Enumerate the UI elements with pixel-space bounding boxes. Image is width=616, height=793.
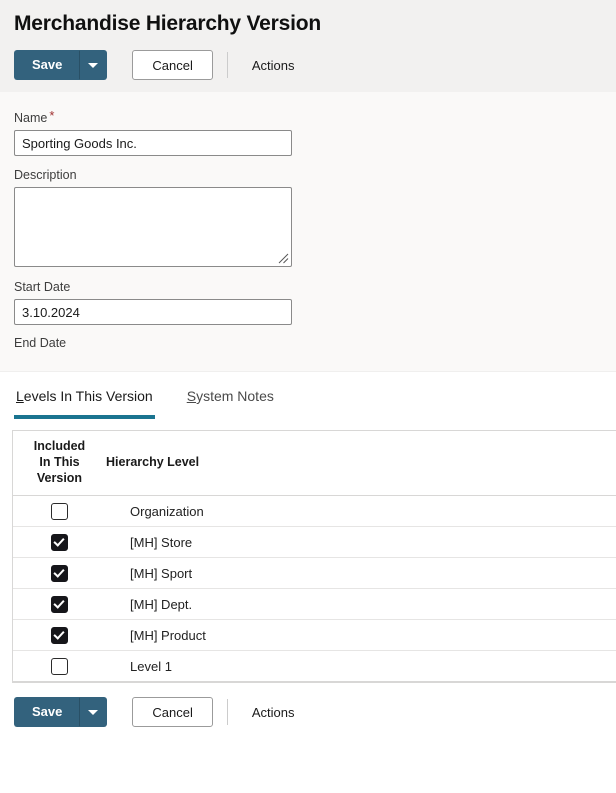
form-area: Name* Description Start Date End Date <box>0 92 616 371</box>
tab-levels-in-this-version[interactable]: Levels In This Version <box>14 387 155 419</box>
start-date-label: Start Date <box>14 280 71 294</box>
page-title: Merchandise Hierarchy Version <box>14 12 322 35</box>
toolbar-separator <box>226 52 228 78</box>
actions-menu-button-bottom[interactable]: Actions <box>242 697 305 727</box>
name-label: Name * <box>14 108 602 127</box>
included-header-line-1: Included <box>33 439 86 453</box>
tab-system-notes-access-key: S <box>186 388 197 404</box>
levels-table: Included In This Version Hierarchy Level… <box>13 431 616 682</box>
bottom-toolbar: Save Cancel Actions <box>0 683 616 741</box>
table-row[interactable]: Organization <box>13 495 616 527</box>
included-checkbox[interactable] <box>51 502 68 520</box>
tab-levels-access-key: L <box>16 388 24 404</box>
levels-table-body: Organization [MH] Store [MH] Sport [MH] … <box>13 495 616 682</box>
field-description: Description <box>14 167 602 267</box>
included-cell[interactable] <box>13 557 106 589</box>
save-split-button[interactable]: Save <box>14 50 108 80</box>
included-checkbox[interactable] <box>51 564 68 582</box>
end-date-label: End Date <box>14 336 67 350</box>
included-header-line-2: In This <box>39 455 80 469</box>
levels-table-container: Included In This Version Hierarchy Level… <box>12 430 616 683</box>
save-dropdown-button[interactable] <box>80 50 108 80</box>
table-row[interactable]: [MH] Sport <box>13 557 616 589</box>
name-label-text: Name <box>14 111 48 125</box>
start-date-input[interactable] <box>14 299 292 325</box>
cancel-button-bottom[interactable]: Cancel <box>132 697 213 727</box>
tab-system-notes-label: ystem Notes <box>196 388 274 404</box>
column-header-included: Included In This Version <box>13 431 106 496</box>
table-row[interactable]: [MH] Store <box>13 526 616 558</box>
description-textarea[interactable] <box>14 187 292 267</box>
levels-table-header-row: Included In This Version Hierarchy Level <box>13 431 616 496</box>
table-row[interactable]: Level 1 <box>13 650 616 682</box>
save-split-button-bottom[interactable]: Save <box>14 697 108 727</box>
hierarchy-level-cell: [MH] Dept. <box>106 588 616 620</box>
chevron-down-icon <box>88 62 99 68</box>
hierarchy-level-cell: Organization <box>106 495 616 527</box>
included-header-line-3: Version <box>36 471 83 485</box>
save-dropdown-button-bottom[interactable] <box>80 697 108 727</box>
tabs-area: Levels In This Version System Notes <box>0 371 616 419</box>
field-end-date: End Date <box>14 335 602 352</box>
levels-table-head: Included In This Version Hierarchy Level <box>13 431 616 496</box>
included-checkbox[interactable] <box>51 626 68 644</box>
included-cell[interactable] <box>13 526 106 558</box>
included-checkbox[interactable] <box>51 533 68 551</box>
included-checkbox[interactable] <box>51 657 68 675</box>
included-cell[interactable] <box>13 495 106 527</box>
required-marker: * <box>49 108 55 123</box>
save-button-bottom[interactable]: Save <box>14 697 81 727</box>
tab-list: Levels In This Version System Notes <box>14 372 602 419</box>
field-name: Name * <box>14 108 602 156</box>
save-button[interactable]: Save <box>14 50 81 80</box>
actions-menu-button[interactable]: Actions <box>242 50 305 80</box>
cancel-button[interactable]: Cancel <box>132 50 213 80</box>
included-checkbox[interactable] <box>51 595 68 613</box>
included-cell[interactable] <box>13 619 106 651</box>
chevron-down-icon <box>88 709 99 715</box>
tab-system-notes[interactable]: System Notes <box>185 387 276 419</box>
top-toolbar: Save Cancel Actions <box>0 40 616 92</box>
description-label: Description <box>14 168 77 182</box>
included-cell[interactable] <box>13 588 106 620</box>
field-start-date: Start Date <box>14 279 602 325</box>
included-cell[interactable] <box>13 650 106 682</box>
page-header: Merchandise Hierarchy Version <box>0 0 616 40</box>
hierarchy-level-cell: [MH] Sport <box>106 557 616 589</box>
column-header-hierarchy-level: Hierarchy Level <box>106 431 616 496</box>
tab-levels-label: evels In This Version <box>23 388 153 404</box>
table-row[interactable]: [MH] Product <box>13 619 616 651</box>
name-input[interactable] <box>14 130 292 156</box>
table-row[interactable]: [MH] Dept. <box>13 588 616 620</box>
hierarchy-level-cell: [MH] Product <box>106 619 616 651</box>
hierarchy-level-cell: Level 1 <box>106 650 616 682</box>
toolbar-separator-bottom <box>226 699 228 725</box>
hierarchy-level-cell: [MH] Store <box>106 526 616 558</box>
